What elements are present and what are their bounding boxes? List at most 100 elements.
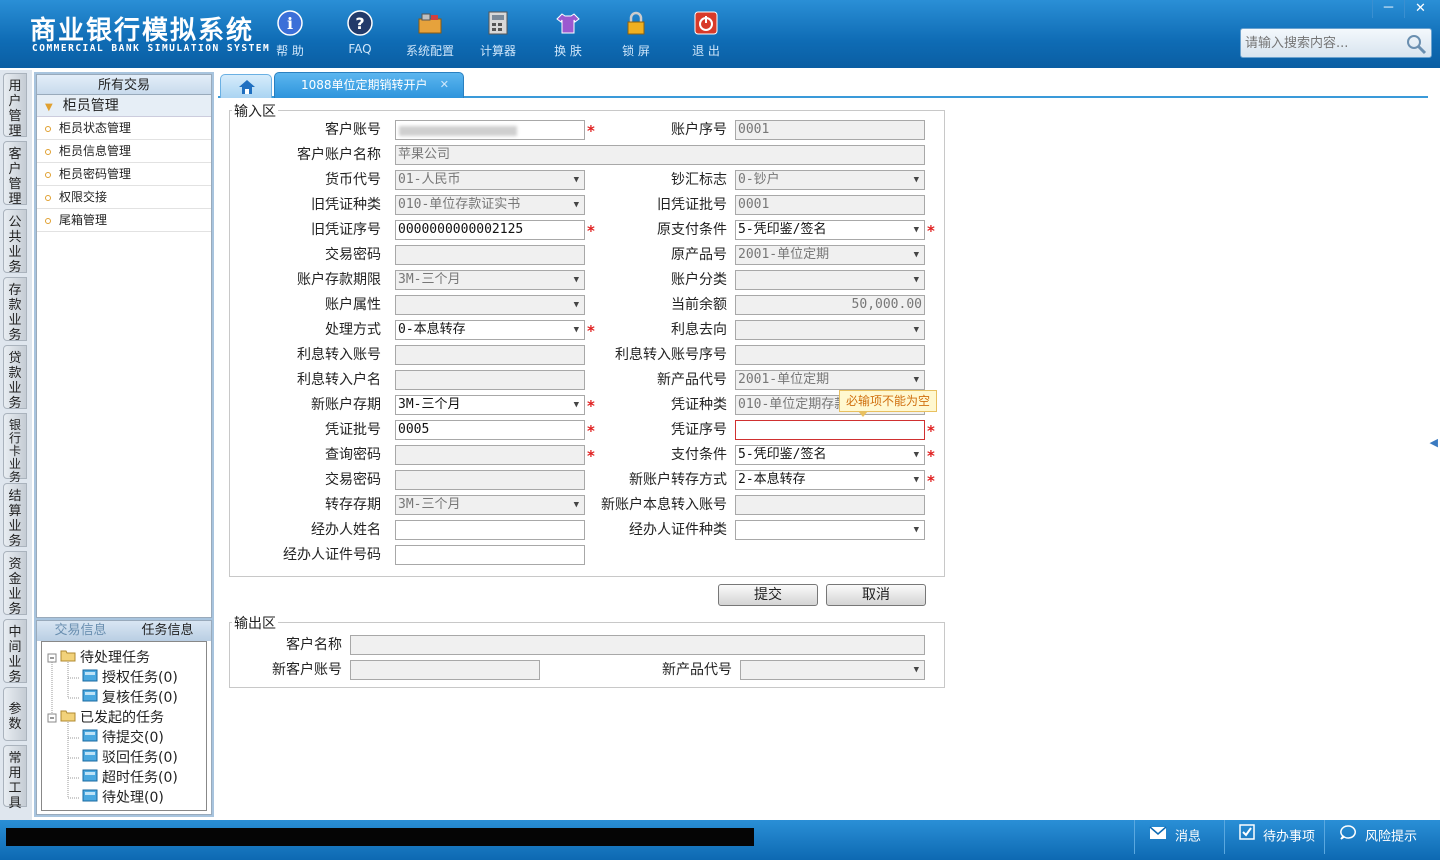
vnav-public-business[interactable]: 公共业务: [3, 209, 27, 275]
agent-id-no-input[interactable]: [395, 545, 585, 565]
voucher-batch-input[interactable]: 0005: [395, 420, 585, 440]
process-mode-label: 处理方式: [325, 322, 381, 338]
cancel-button[interactable]: 取消: [826, 584, 926, 606]
faq-button[interactable]: ? FAQ: [330, 8, 390, 56]
tree-node-auth-tasks[interactable]: 授权任务(0): [82, 668, 178, 688]
calculator-icon: [483, 8, 513, 38]
vnav-funds[interactable]: 资金业务: [3, 551, 27, 617]
calculator-button[interactable]: 计算器: [468, 8, 528, 59]
vnav-customer-management[interactable]: 客户管理: [3, 141, 27, 207]
submit-button[interactable]: 提交: [718, 584, 818, 606]
search-icon[interactable]: [1405, 33, 1427, 59]
menu-item-teller-password[interactable]: 柜员密码管理: [37, 163, 211, 186]
tree-node-processing[interactable]: 待处理(0): [82, 788, 164, 808]
query-password-input[interactable]: [395, 445, 585, 465]
folder-open-icon: [60, 708, 76, 728]
masked-account-value: [399, 126, 517, 136]
old-voucher-no-label: 旧凭证序号: [311, 222, 381, 238]
tree-node-to-submit[interactable]: 待提交(0): [82, 728, 164, 748]
account-class-select[interactable]: ▼: [735, 270, 925, 290]
customer-account-input[interactable]: [395, 120, 585, 140]
tree-node-review-tasks[interactable]: 复核任务(0): [82, 688, 178, 708]
tx-password2-input[interactable]: [395, 470, 585, 490]
menu-item-tail-box[interactable]: 尾箱管理: [37, 209, 211, 232]
new-transfer-mode-select[interactable]: 2-本息转存 ▼: [735, 470, 925, 490]
chevron-left-icon[interactable]: ◀: [1430, 436, 1438, 449]
process-mode-value: 0-本息转存: [398, 322, 466, 337]
vnav-settlement[interactable]: 结算业务: [3, 483, 27, 549]
tab-active-transaction[interactable]: 1088单位定期销转开户 ✕: [274, 72, 464, 98]
voucher-no-input[interactable]: [735, 420, 925, 440]
tx-password-input[interactable]: [395, 245, 585, 265]
current-balance-input[interactable]: 50,000.00: [735, 295, 925, 315]
tree-node-timeout[interactable]: 超时任务(0): [82, 768, 178, 788]
close-tab-icon[interactable]: ✕: [440, 73, 449, 97]
new-interest-acct-input[interactable]: [735, 495, 925, 515]
menu-item-permission-handover[interactable]: 权限交接: [37, 186, 211, 209]
folder-icon: [82, 748, 98, 768]
help-button[interactable]: i 帮 助: [260, 8, 320, 59]
vnav-common-tools[interactable]: 常用工具: [3, 745, 27, 811]
account-seq-input[interactable]: 0001: [735, 120, 925, 140]
close-button[interactable]: ✕: [1404, 0, 1436, 18]
cash-flag-select[interactable]: 0-钞户 ▼: [735, 170, 925, 190]
vnav-deposit[interactable]: 存款业务: [3, 277, 27, 343]
old-voucher-batch-input[interactable]: 0001: [735, 195, 925, 215]
interest-acct-seq-input[interactable]: [735, 345, 925, 365]
messages-button[interactable]: 消息: [1134, 820, 1224, 854]
lock-screen-button[interactable]: 锁 屏: [606, 8, 666, 59]
skin-button[interactable]: 换 肤: [538, 8, 598, 59]
orig-product-select[interactable]: 2001-单位定期 ▼: [735, 245, 925, 265]
vnav-parameters[interactable]: 参数: [3, 687, 27, 741]
interest-acct-name-input[interactable]: [395, 370, 585, 390]
account-attr-select[interactable]: ▼: [395, 295, 585, 315]
task-panel: 交易信息 任务信息 待处理任务 授权任务(0) 复核任务(0) 已发起的任务 待…: [36, 620, 212, 815]
todo-button[interactable]: 待办事项: [1224, 820, 1324, 854]
new-product-value: 2001-单位定期: [738, 372, 830, 387]
folder-icon: [82, 788, 98, 808]
deposit-term-select[interactable]: 3M-三个月 ▼: [395, 270, 585, 290]
shirt-icon: [553, 8, 583, 38]
cash-flag-value: 0-钞户: [738, 172, 780, 187]
tab-transaction-info[interactable]: 交易信息: [37, 621, 124, 641]
checkbox-icon: [1239, 820, 1255, 854]
agent-id-type-select[interactable]: ▼: [735, 520, 925, 540]
menu-item-teller-info[interactable]: 柜员信息管理: [37, 140, 211, 163]
new-product-select[interactable]: 2001-单位定期 ▼: [735, 370, 925, 390]
tree-node-initiated[interactable]: 已发起的任务: [60, 708, 164, 728]
out-customer-name-input[interactable]: [350, 635, 925, 655]
out-new-product-select[interactable]: ▼: [740, 660, 925, 680]
tx-password-label: 交易密码: [325, 247, 381, 263]
pay-cond-select[interactable]: 5-凭印鉴/签名 ▼: [735, 445, 925, 465]
old-voucher-no-input[interactable]: 0000000000002125: [395, 220, 585, 240]
out-new-account-label: 新客户账号: [272, 662, 342, 678]
vnav-bank-card[interactable]: 银行卡业务: [3, 413, 27, 484]
vnav-intermediary[interactable]: 中间业务: [3, 619, 27, 685]
system-config-button[interactable]: 系统配置: [400, 8, 460, 59]
process-mode-select[interactable]: 0-本息转存 ▼: [395, 320, 585, 340]
currency-select[interactable]: 01-人民币 ▼: [395, 170, 585, 190]
exit-button[interactable]: 退 出: [676, 8, 736, 59]
menu-item-label: 柜员密码管理: [59, 167, 132, 181]
search-input[interactable]: [1241, 29, 1401, 57]
tree-node-pending[interactable]: 待处理任务: [60, 648, 150, 668]
folder-open-icon: [60, 648, 76, 668]
vnav-user-management[interactable]: 用户管理: [3, 73, 27, 139]
out-new-account-input[interactable]: [350, 660, 540, 680]
transfer-term-select[interactable]: 3M-三个月 ▼: [395, 495, 585, 515]
interest-dest-select[interactable]: ▼: [735, 320, 925, 340]
minimize-button[interactable]: －: [1372, 0, 1404, 18]
orig-pay-cond-select[interactable]: 5-凭印鉴/签名 ▼: [735, 220, 925, 240]
new-term-select[interactable]: 3M-三个月 ▼: [395, 395, 585, 415]
vnav-loan[interactable]: 贷款业务: [3, 345, 27, 411]
interest-acct-input[interactable]: [395, 345, 585, 365]
customer-name-input[interactable]: 苹果公司: [395, 145, 925, 165]
menu-group-teller[interactable]: ▼ 柜员管理: [37, 95, 211, 117]
risk-alert-button[interactable]: 风险提示: [1324, 820, 1434, 854]
required-star: *: [927, 422, 935, 440]
menu-item-teller-status[interactable]: 柜员状态管理: [37, 117, 211, 140]
tree-node-rejected[interactable]: 驳回任务(0): [82, 748, 178, 768]
tab-home[interactable]: [220, 74, 272, 98]
agent-name-input[interactable]: [395, 520, 585, 540]
old-voucher-type-select[interactable]: 010-单位存款证实书 ▼: [395, 195, 585, 215]
